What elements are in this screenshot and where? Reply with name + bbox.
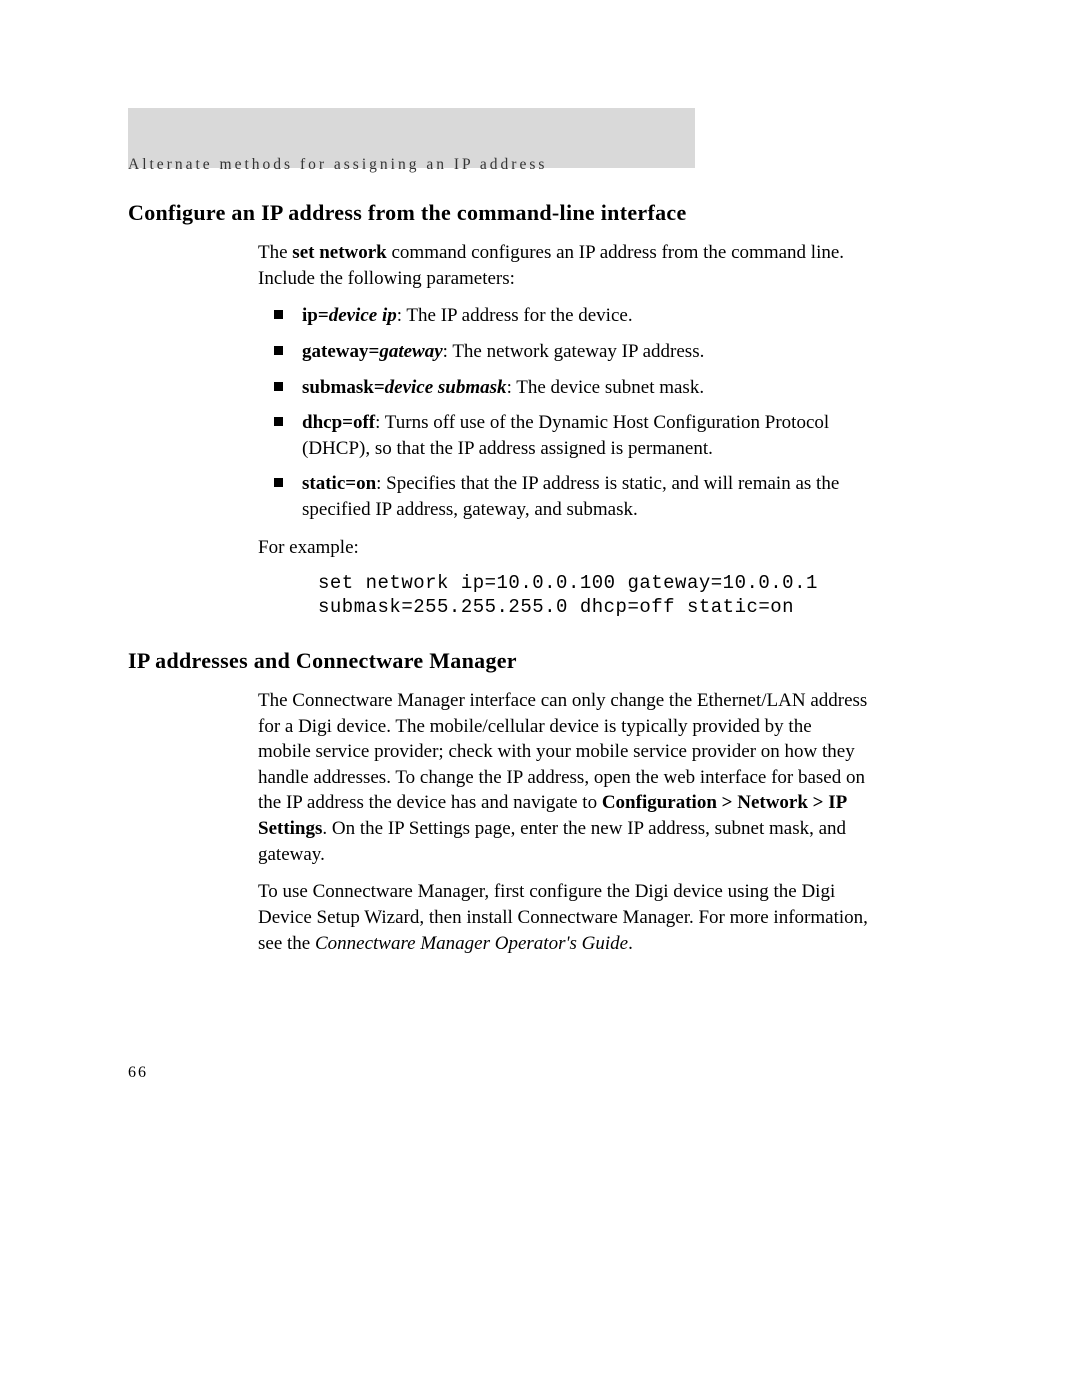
example-code: set network ip=10.0.0.100 gateway=10.0.0…	[318, 572, 868, 620]
bullet-ip: ip=device ip: The IP address for the dev…	[258, 303, 868, 329]
param-arg: gateway	[379, 341, 442, 362]
example-label: For example:	[258, 535, 868, 561]
param-arg: device ip	[329, 305, 397, 326]
param-name: static=on	[302, 473, 376, 494]
param-name: ip=	[302, 305, 329, 326]
param-name: submask=	[302, 377, 385, 398]
param-arg: device submask	[385, 377, 507, 398]
page-number: 66	[128, 1064, 148, 1082]
header-caption: Alternate methods for assigning an IP ad…	[128, 156, 547, 174]
param-desc: : Turns off use of the Dynamic Host Conf…	[302, 412, 829, 459]
bullet-gateway: gateway=gateway: The network gateway IP …	[258, 339, 868, 365]
intro-command: set network	[292, 242, 386, 263]
parameter-list: ip=device ip: The IP address for the dev…	[258, 303, 868, 522]
section-2-para-1: The Connectware Manager interface can on…	[258, 688, 868, 867]
param-desc: : The network gateway IP address.	[443, 341, 705, 362]
bullet-dhcp: dhcp=off: Turns off use of the Dynamic H…	[258, 410, 868, 461]
param-desc: : The IP address for the device.	[397, 305, 633, 326]
intro-pre: The	[258, 242, 292, 263]
para2-post: .	[628, 933, 633, 954]
page: Alternate methods for assigning an IP ad…	[0, 0, 1080, 1397]
bullet-static: static=on: Specifies that the IP address…	[258, 471, 868, 522]
param-name: dhcp=off	[302, 412, 375, 433]
para2-ref: Connectware Manager Operator's Guide	[315, 933, 628, 954]
content-area: Configure an IP address from the command…	[128, 200, 868, 968]
intro-paragraph: The set network command configures an IP…	[258, 240, 868, 291]
para1-post: . On the IP Settings page, enter the new…	[258, 818, 846, 865]
section-2-title: IP addresses and Connectware Manager	[128, 648, 868, 674]
param-desc: : The device subnet mask.	[507, 377, 705, 398]
bullet-submask: submask=device submask: The device subne…	[258, 375, 868, 401]
section-2-para-2: To use Connectware Manager, first config…	[258, 879, 868, 956]
section-1-title: Configure an IP address from the command…	[128, 200, 868, 226]
section-2-body: The Connectware Manager interface can on…	[258, 688, 868, 956]
section-1-body: The set network command configures an IP…	[258, 240, 868, 620]
param-name: gateway=	[302, 341, 379, 362]
param-desc: : Specifies that the IP address is stati…	[302, 473, 839, 520]
